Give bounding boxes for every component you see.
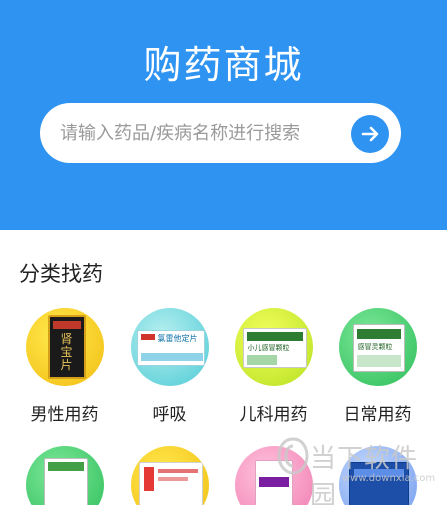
category-image: 氯雷他定片 (130, 308, 209, 386)
arrow-right-icon (361, 126, 379, 142)
page-title: 购药商城 (143, 43, 304, 87)
package-text: 小儿感冒颗粒 (247, 344, 290, 352)
package-text: 肾宝片 (60, 332, 73, 372)
medicine-box-image (43, 458, 88, 505)
category-image (25, 446, 104, 505)
category-image: 感冒灵颗粒 (338, 308, 417, 386)
medicine-box-image: 小儿感冒颗粒 (242, 328, 307, 368)
category-pediatrics[interactable]: 小儿感冒颗粒 儿科用药 (226, 308, 321, 425)
category-daily-medicine[interactable]: 感冒灵颗粒 日常用药 (330, 308, 425, 425)
medicine-box-image: 感冒灵颗粒 (352, 324, 405, 372)
category-respiratory[interactable]: 氯雷他定片 呼吸 (122, 308, 217, 425)
category-item[interactable] (122, 446, 217, 505)
category-label: 日常用药 (343, 405, 412, 425)
section-title: 分类找药 (19, 262, 103, 286)
category-label: 儿科用药 (239, 405, 308, 425)
watermark: 当下软件园 www.downxia.com (276, 436, 436, 505)
category-mens-medicine[interactable]: 肾宝片 男性用药 (17, 308, 112, 425)
category-label: 男性用药 (30, 405, 99, 425)
medicine-box-image: 氯雷他定片 (136, 330, 205, 366)
search-input[interactable] (60, 119, 350, 147)
category-label: 呼吸 (152, 405, 187, 425)
category-image: 肾宝片 (25, 308, 104, 386)
search-bar[interactable] (40, 103, 401, 163)
medicine-box-image: 肾宝片 (47, 315, 86, 379)
search-submit-button[interactable] (351, 115, 389, 153)
medicine-box-image (138, 462, 203, 505)
category-image: 小儿感冒颗粒 (234, 308, 313, 386)
watermark-url: www.downxia.com (342, 473, 436, 484)
category-item[interactable] (17, 446, 112, 505)
watermark-logo-icon (277, 437, 309, 475)
package-text: 氯雷他定片 (157, 334, 198, 343)
category-image (130, 446, 209, 505)
hero-banner: 购药商城 (0, 0, 447, 230)
package-text: 感冒灵颗粒 (357, 343, 393, 351)
watermark-text: 当下软件园 (310, 444, 419, 505)
